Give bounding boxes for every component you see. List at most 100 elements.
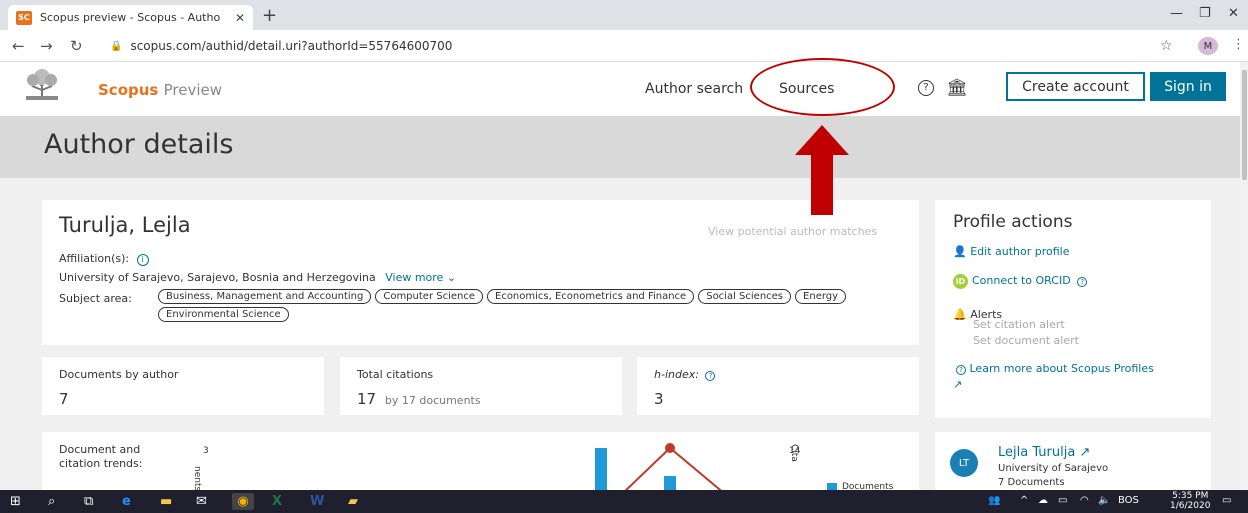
bookmark-star-icon[interactable]: ☆ [1160, 38, 1173, 54]
help-icon[interactable]: ? [705, 371, 716, 381]
trends-chart [595, 443, 837, 490]
excel-icon[interactable]: X [272, 493, 282, 510]
chrome-icon[interactable]: ◉ [232, 493, 254, 510]
citations-sub: by 17 documents [384, 394, 481, 407]
forward-icon[interactable]: → [40, 37, 53, 55]
edge-browser-icon[interactable]: e [122, 493, 131, 510]
help-icon: ? [956, 365, 966, 375]
subject-chip[interactable]: Social Sciences [698, 289, 792, 304]
view-more-link[interactable]: View more ⌄ [385, 271, 456, 284]
profile-actions-title: Profile actions [953, 212, 1073, 232]
set-document-alert-link[interactable]: Set document alert [973, 334, 1079, 347]
help-icon[interactable]: ? [1077, 277, 1088, 287]
scopus-header: Scopus Preview Author search Sources ? 🏛… [0, 62, 1240, 116]
notifications-icon[interactable]: ▭ [1222, 495, 1231, 506]
learn-more-text: Learn more about Scopus Profiles [969, 362, 1154, 375]
citations-value-row[interactable]: 17 by 17 documents [357, 390, 481, 408]
citations-label: Total citations [357, 368, 434, 381]
subject-chip[interactable]: Computer Science [375, 289, 483, 304]
create-account-button[interactable]: Create account [1006, 72, 1145, 101]
title-band: Author details [0, 116, 1240, 178]
elsevier-logo-icon[interactable] [22, 68, 62, 102]
orcid-icon: iD [953, 274, 968, 289]
chevron-down-icon: ⌄ [446, 271, 457, 284]
citations-value: 17 [357, 390, 377, 408]
documents-label: Documents by author [59, 368, 179, 381]
window-close-icon[interactable]: ✕ [1228, 6, 1239, 21]
subject-chip[interactable]: Business, Management and Accounting [158, 289, 372, 304]
browser-tab[interactable]: SC Scopus preview - Scopus - Autho ✕ [8, 5, 253, 30]
edit-user-icon: 👤 [953, 245, 967, 258]
profile-actions-card: Profile actions 👤 Edit author profile iD… [935, 200, 1211, 418]
page-title: Author details [44, 129, 234, 160]
back-icon[interactable]: ← [12, 37, 25, 55]
taskbar-clock[interactable]: 5:35 PM 1/6/2020 [1170, 491, 1210, 511]
trends-card: Document and citation trends: 3 nents 14… [42, 432, 919, 490]
volume-icon[interactable]: 🔈 [1098, 495, 1110, 506]
minimize-icon[interactable]: — [1170, 6, 1183, 21]
windows-taskbar: ⊞ ⌕ ⧉ e ▬ ✉ ◉ X W ▰ 👥 ^ ☁ ▭ ◠ 🔈 BOS 5:35… [0, 490, 1248, 513]
folder-icon[interactable]: ▰ [348, 493, 358, 510]
legend-swatch [827, 483, 837, 490]
author-documents-count: 7 Documents [998, 477, 1065, 488]
people-icon[interactable]: 👥 [988, 495, 1000, 506]
mail-icon[interactable]: ✉ [196, 493, 207, 510]
documents-bar [664, 476, 676, 490]
edit-profile-link[interactable]: 👤 Edit author profile [953, 245, 1070, 258]
learn-more-link[interactable]: ? Learn more about Scopus Profiles ↗ [953, 361, 1193, 393]
clock-time: 5:35 PM [1172, 491, 1209, 501]
set-citation-alert-link[interactable]: Set citation alert [973, 318, 1065, 331]
documents-bar [595, 448, 607, 490]
tray-expand-icon[interactable]: ^ [1020, 495, 1028, 506]
help-icon[interactable]: ? [918, 80, 934, 96]
brand-suffix: Preview [163, 81, 222, 99]
brand-name: Scopus [98, 81, 159, 99]
new-tab-icon[interactable]: + [262, 5, 277, 26]
nav-author-search[interactable]: Author search [645, 81, 743, 97]
scopus-brand[interactable]: Scopus Preview [98, 81, 222, 99]
external-link-icon: ↗ [1079, 445, 1091, 460]
restore-icon[interactable]: ❐ [1199, 6, 1211, 21]
lock-icon: 🔒 [110, 40, 123, 52]
task-view-icon[interactable]: ⧉ [84, 493, 93, 510]
onedrive-icon[interactable]: ☁ [1038, 495, 1048, 506]
subject-area-label: Subject area: [59, 292, 132, 305]
subject-chip[interactable]: Energy [795, 289, 847, 304]
browser-tabstrip: SC Scopus preview - Scopus - Autho ✕ + —… [0, 0, 1248, 30]
battery-icon[interactable]: ▭ [1058, 495, 1067, 506]
close-tab-icon[interactable]: ✕ [235, 11, 245, 25]
author-name: Turulja, Lejla [59, 213, 191, 237]
author-profile-name: Lejla Turulja [998, 445, 1076, 460]
scrollbar-thumb[interactable] [1242, 70, 1247, 180]
browser-profile-avatar[interactable]: M [1198, 37, 1218, 55]
search-icon[interactable]: ⌕ [48, 493, 55, 510]
view-potential-matches-link[interactable]: View potential author matches [708, 225, 877, 238]
subject-chip[interactable]: Environmental Science [158, 307, 289, 322]
windows-start-icon[interactable]: ⊞ [10, 493, 21, 510]
author-profile-link[interactable]: Lejla Turulja ↗ [998, 445, 1090, 460]
subject-chips: Business, Management and Accounting Comp… [158, 289, 888, 322]
affiliation-label-text: Affiliation(s): [59, 252, 130, 265]
file-explorer-icon[interactable]: ▬ [160, 493, 172, 510]
browser-menu-icon[interactable]: ⋮ [1232, 37, 1245, 52]
documents-value[interactable]: 7 [59, 390, 69, 408]
orcid-text: Connect to ORCID [972, 274, 1071, 287]
author-avatar: LT [950, 449, 978, 477]
subject-chip[interactable]: Economics, Econometrics and Finance [487, 289, 695, 304]
tab-title: Scopus preview - Scopus - Autho [40, 11, 221, 24]
url-text: scopus.com/authid/detail.uri?authorId=55… [130, 39, 453, 53]
hindex-value[interactable]: 3 [654, 390, 664, 408]
address-input[interactable]: 🔒 scopus.com/authid/detail.uri?authorId=… [110, 35, 1140, 57]
red-arrow-icon [795, 125, 849, 215]
affiliation-label: Affiliation(s): i [59, 252, 149, 266]
connect-orcid-link[interactable]: iD Connect to ORCID ? [953, 274, 1088, 289]
word-icon[interactable]: W [310, 493, 324, 510]
language-indicator[interactable]: BOS [1118, 495, 1139, 506]
reload-icon[interactable]: ↻ [70, 37, 83, 55]
institution-icon[interactable]: 🏛 [946, 78, 968, 98]
wifi-icon[interactable]: ◠ [1080, 495, 1089, 506]
info-icon[interactable]: i [136, 254, 149, 266]
sign-in-button[interactable]: Sign in [1150, 72, 1226, 101]
scopus-favicon: SC [16, 10, 32, 25]
highlight-ellipse [750, 58, 895, 116]
